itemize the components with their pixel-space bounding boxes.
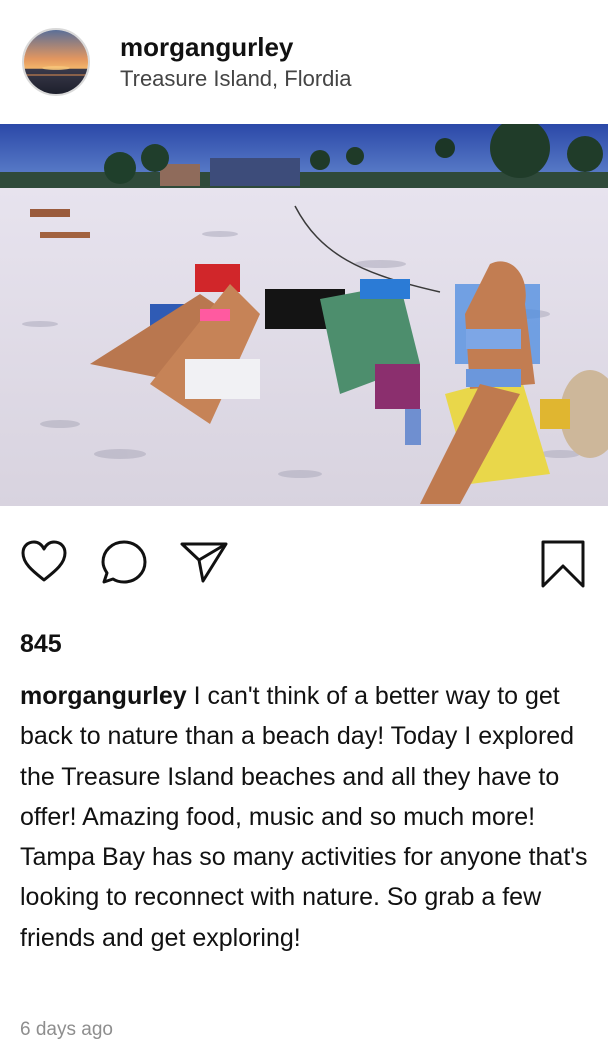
post-header: morgangurley Treasure Island, Flordia: [0, 0, 608, 124]
bookmark-icon[interactable]: [540, 539, 586, 589]
post-photo[interactable]: [0, 124, 608, 506]
comment-icon[interactable]: [100, 539, 148, 587]
heart-icon[interactable]: [20, 539, 68, 583]
paper-plane-icon[interactable]: [179, 539, 229, 585]
avatar[interactable]: [22, 28, 90, 96]
post-username[interactable]: morgangurley: [120, 32, 293, 63]
beach-photo-image: [0, 124, 608, 506]
post-actions: [0, 506, 608, 616]
post-timestamp: 6 days ago: [20, 1019, 113, 1040]
caption-text: I can't think of a better way to get bac…: [20, 682, 588, 952]
caption-username[interactable]: morgangurley: [20, 682, 187, 710]
like-count[interactable]: 845: [20, 630, 62, 659]
post-caption: morgangurley I can't think of a better w…: [20, 676, 590, 958]
sunset-avatar-image: [24, 30, 88, 94]
post-location[interactable]: Treasure Island, Flordia: [120, 66, 352, 92]
